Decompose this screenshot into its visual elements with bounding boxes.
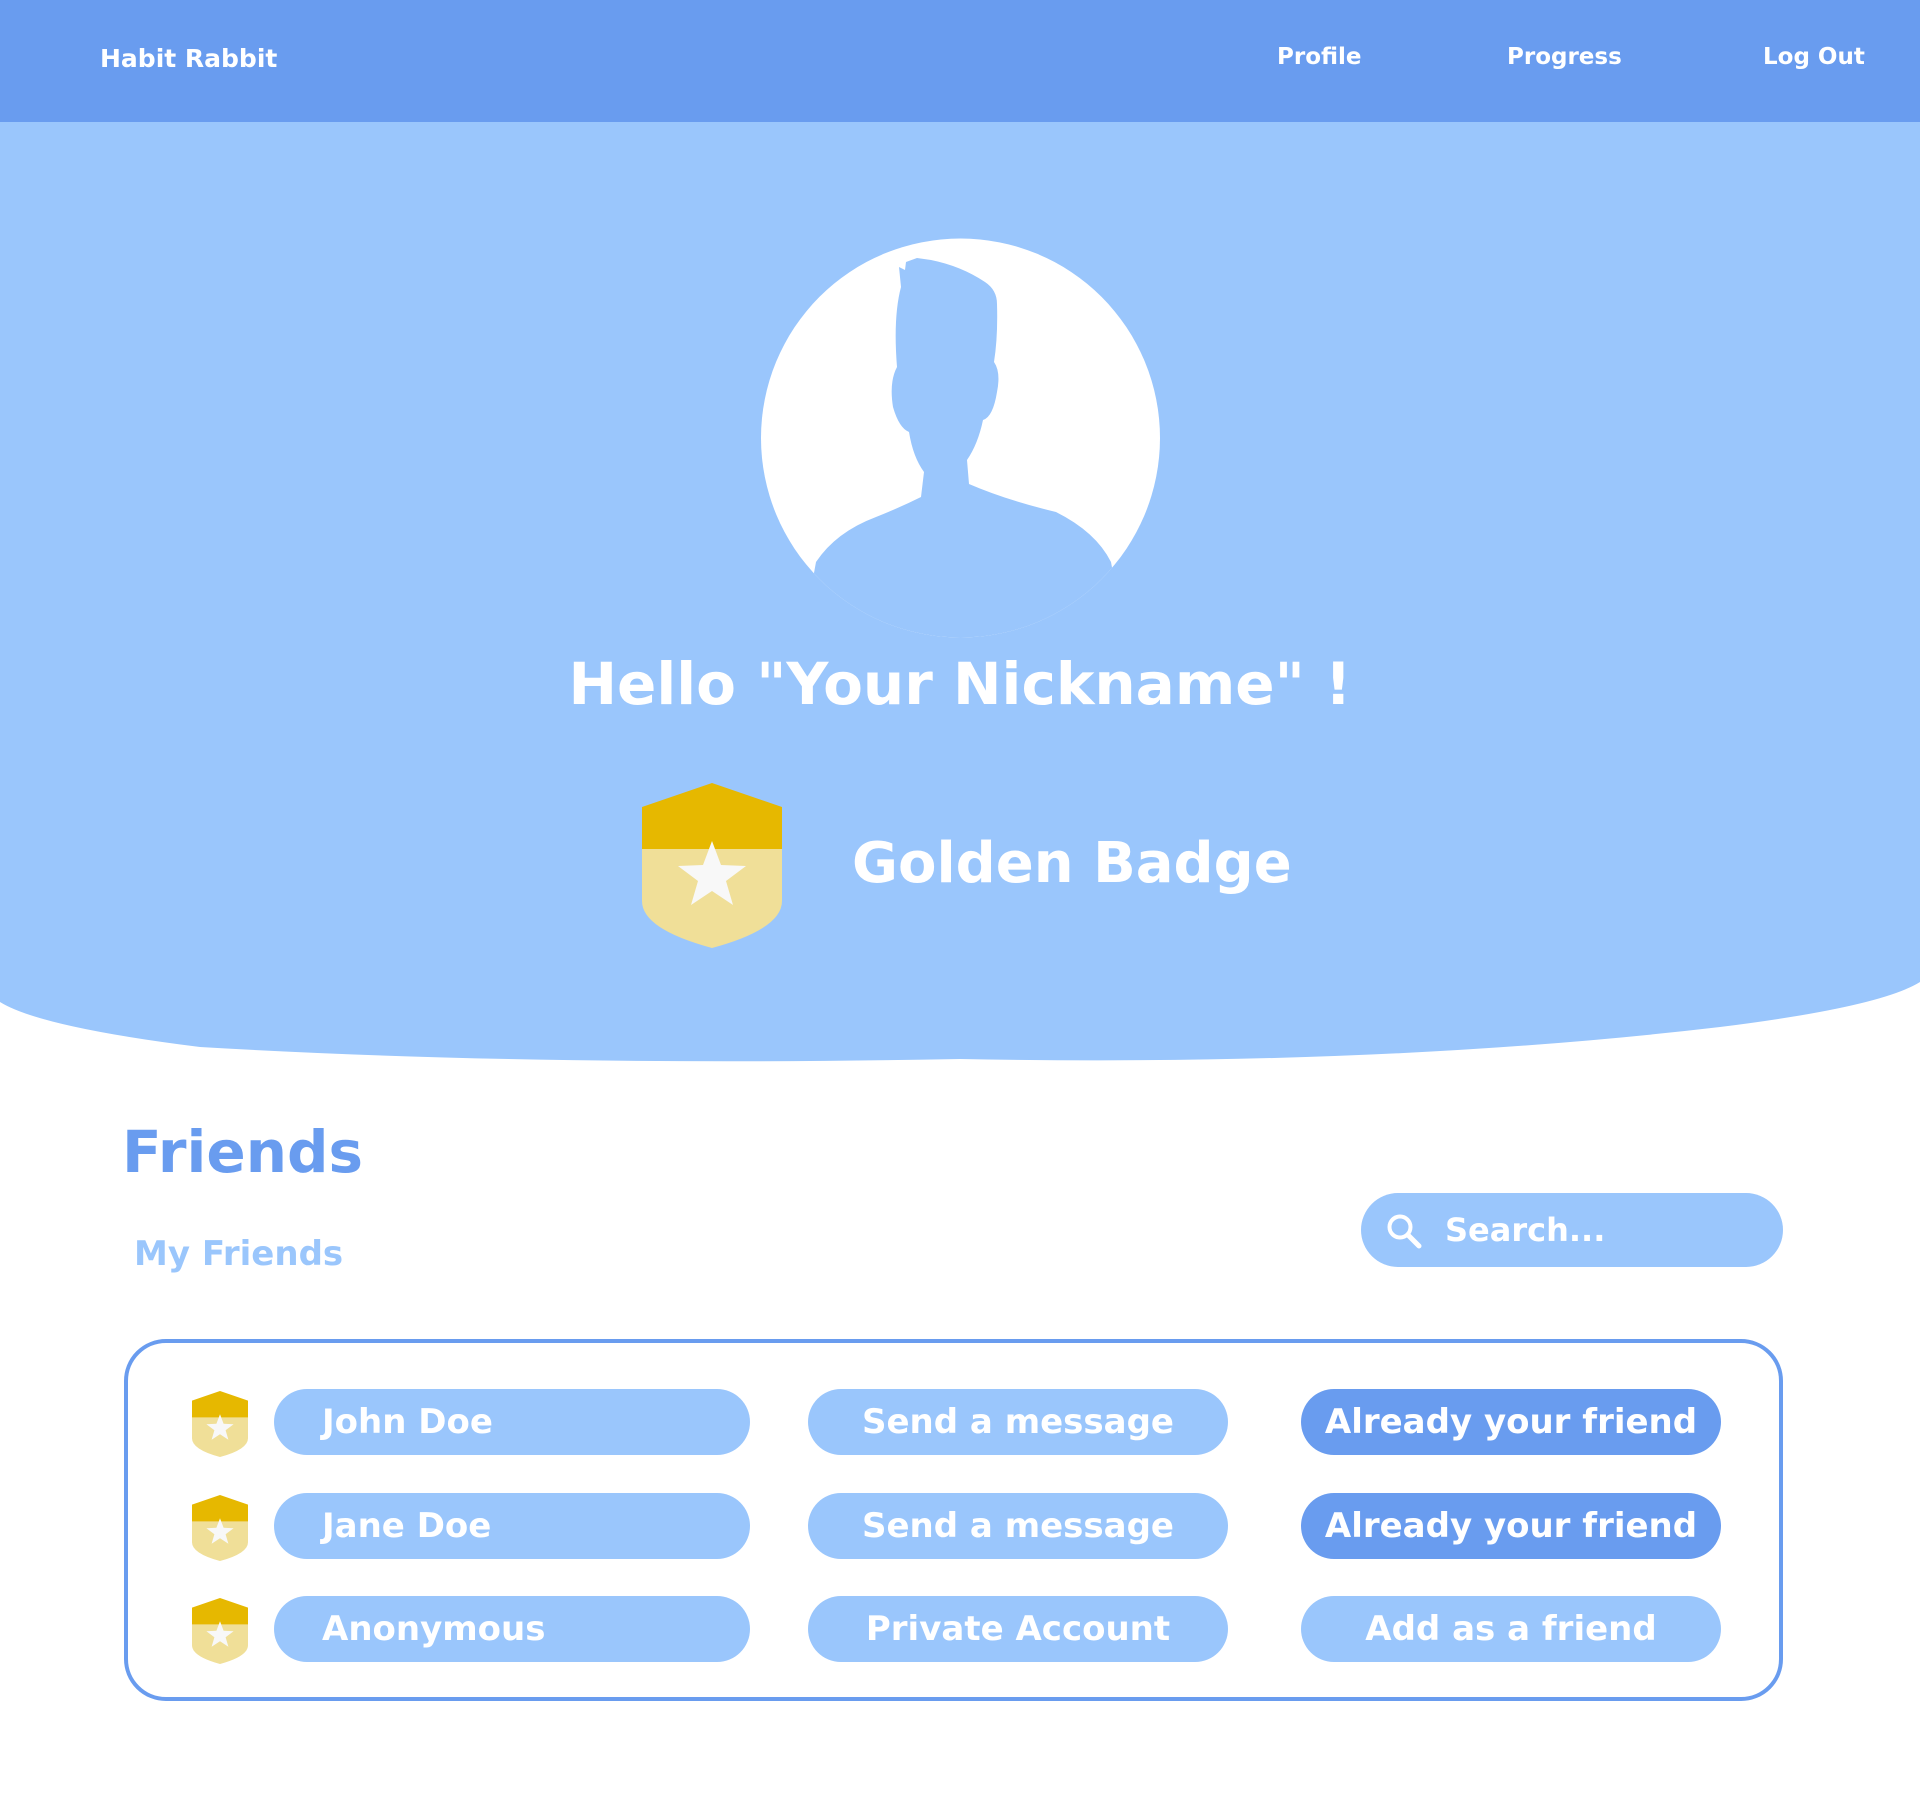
private-account-label: Private Account	[808, 1596, 1228, 1662]
send-message-button[interactable]: Send a message	[808, 1493, 1228, 1559]
friend-name[interactable]: Jane Doe	[274, 1493, 750, 1559]
badge-label: Golden Badge	[852, 831, 1292, 896]
gold-shield-star-icon	[642, 783, 782, 948]
friend-status-button[interactable]: Already your friend	[1301, 1493, 1721, 1559]
friend-row: John Doe Send a message Already your fri…	[128, 1389, 1779, 1459]
greeting-heading: Hello "Your Nickname" !	[568, 650, 1352, 718]
my-friends-heading[interactable]: My Friends	[134, 1234, 343, 1274]
user-silhouette-icon	[761, 238, 1160, 638]
gold-shield-star-icon	[192, 1391, 248, 1457]
search-input[interactable]	[1445, 1201, 1765, 1259]
friend-row: Anonymous Private Account Add as a frien…	[128, 1596, 1779, 1666]
friend-name[interactable]: John Doe	[274, 1389, 750, 1455]
gold-shield-star-icon	[192, 1598, 248, 1664]
friends-heading: Friends	[122, 1118, 364, 1186]
friends-list-panel: John Doe Send a message Already your fri…	[124, 1339, 1783, 1701]
friend-name[interactable]: Anonymous	[274, 1596, 750, 1662]
nav-profile-link[interactable]: Profile	[1277, 44, 1362, 70]
add-friend-button[interactable]: Add as a friend	[1301, 1596, 1721, 1662]
friend-row: Jane Doe Send a message Already your fri…	[128, 1493, 1779, 1563]
send-message-button[interactable]: Send a message	[808, 1389, 1228, 1455]
nav-logout-link[interactable]: Log Out	[1763, 44, 1865, 70]
search-icon[interactable]	[1385, 1212, 1423, 1250]
navbar: Habit Rabbit Profile Progress Log Out	[0, 0, 1920, 122]
gold-shield-star-icon	[192, 1495, 248, 1561]
app-logo[interactable]: Habit Rabbit	[100, 44, 277, 73]
nav-progress-link[interactable]: Progress	[1507, 44, 1622, 70]
search-bar	[1361, 1193, 1783, 1267]
friend-status-button[interactable]: Already your friend	[1301, 1389, 1721, 1455]
